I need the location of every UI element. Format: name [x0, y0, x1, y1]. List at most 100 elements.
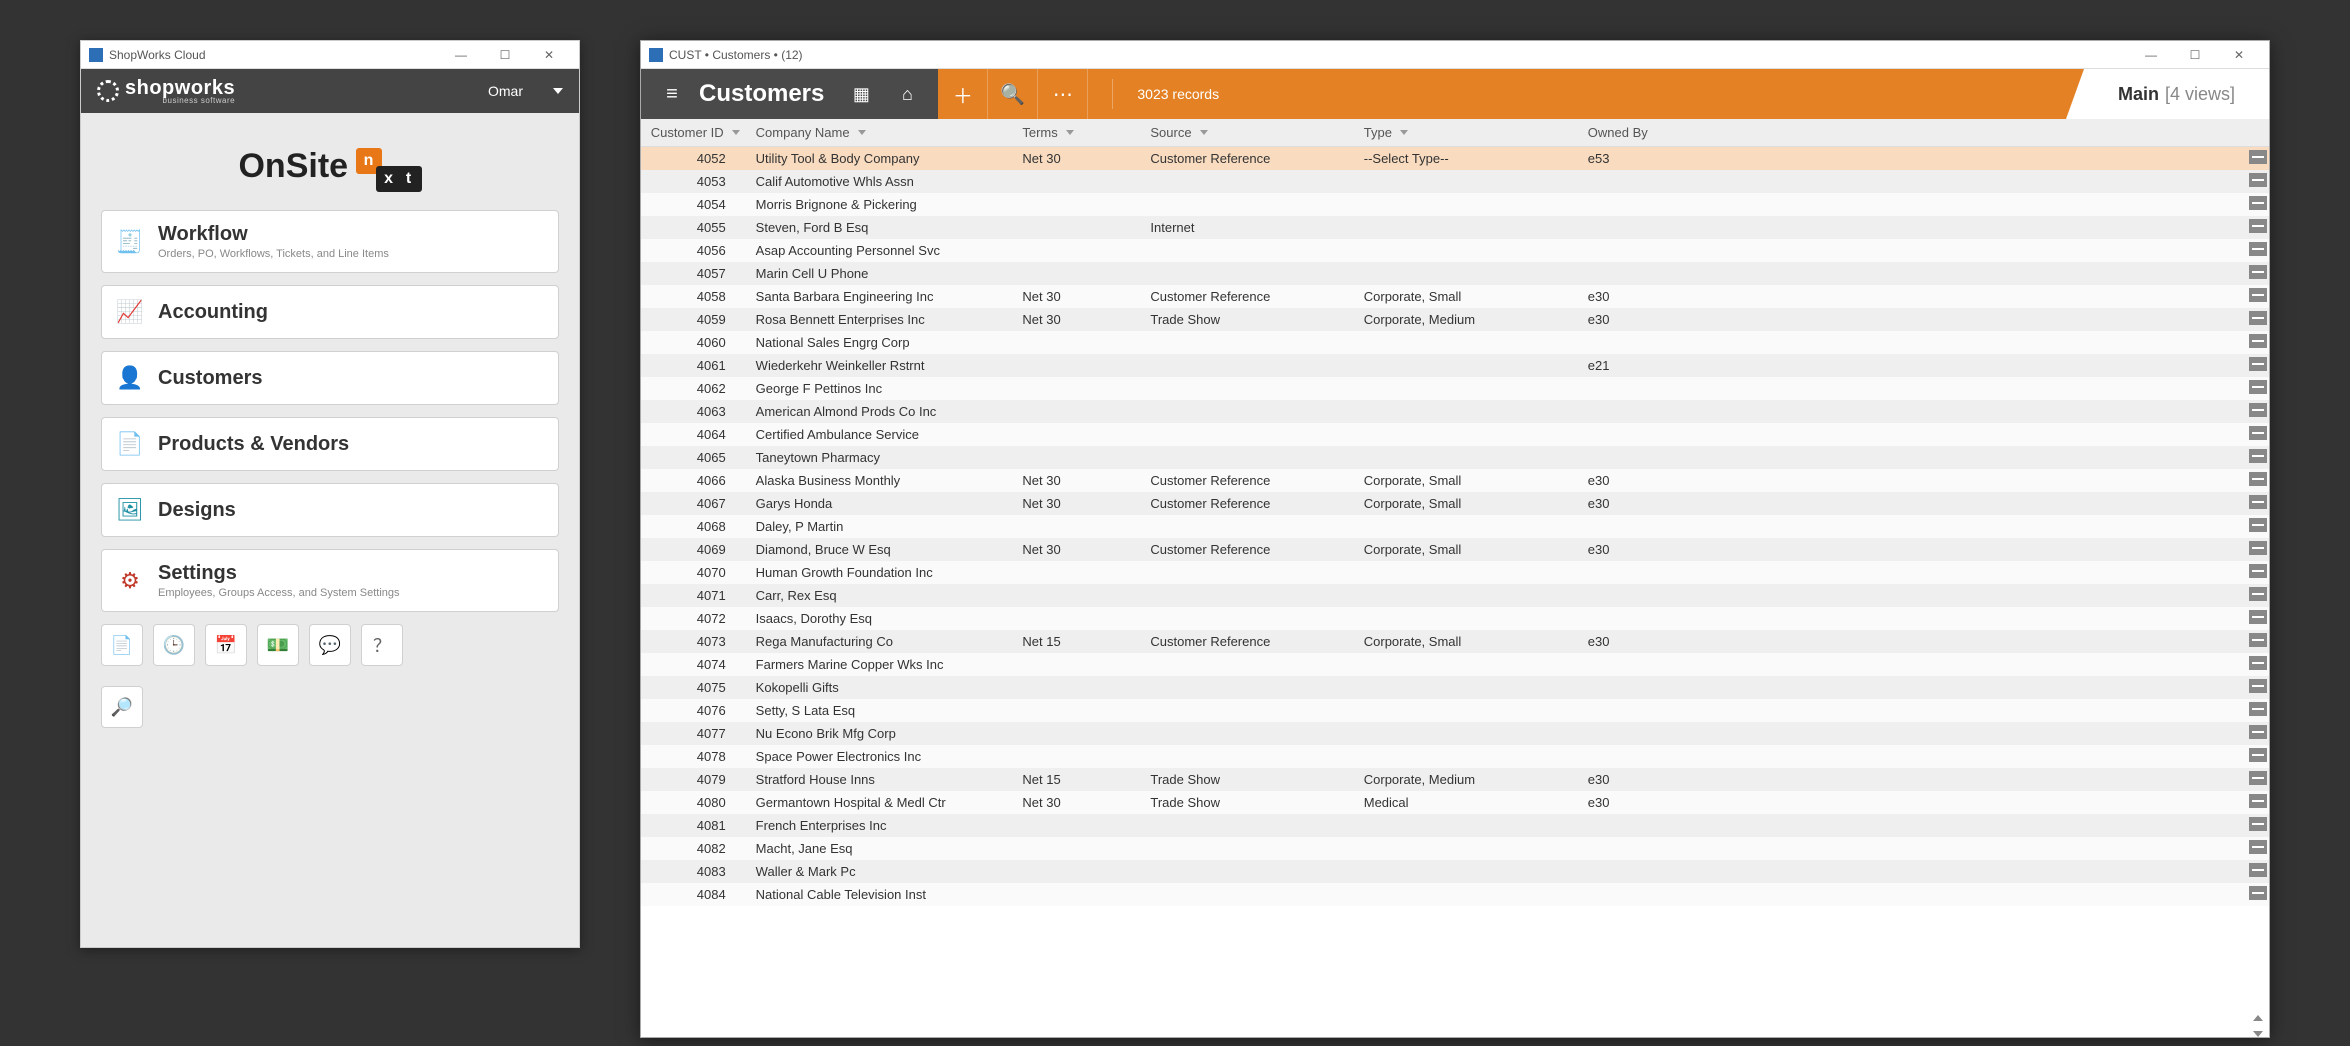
minimize-button[interactable]: — — [439, 48, 483, 62]
row-menu-button[interactable] — [2249, 403, 2267, 417]
nav-accounting[interactable]: 📈Accounting — [101, 285, 559, 339]
table-row[interactable]: 4077Nu Econo Brik Mfg Corp — [641, 722, 2269, 745]
home-button[interactable]: ⌂ — [884, 84, 930, 105]
row-menu-button[interactable] — [2249, 518, 2267, 532]
table-row[interactable]: 4053Calif Automotive Whls Assn — [641, 170, 2269, 193]
launcher-titlebar[interactable]: ShopWorks Cloud — ☐ ✕ — [81, 41, 579, 69]
footer-help-button[interactable]: ？ — [361, 624, 403, 666]
row-menu-button[interactable] — [2249, 196, 2267, 210]
table-row[interactable]: 4078Space Power Electronics Inc — [641, 745, 2269, 768]
table-row[interactable]: 4052Utility Tool & Body CompanyNet 30Cus… — [641, 147, 2269, 171]
nav-settings[interactable]: ⚙SettingsEmployees, Groups Access, and S… — [101, 549, 559, 612]
table-row[interactable]: 4060National Sales Engrg Corp — [641, 331, 2269, 354]
table-row[interactable]: 4065Taneytown Pharmacy — [641, 446, 2269, 469]
table-row[interactable]: 4058Santa Barbara Engineering IncNet 30C… — [641, 285, 2269, 308]
table-row[interactable]: 4073Rega Manufacturing CoNet 15Customer … — [641, 630, 2269, 653]
table-row[interactable]: 4061Wiederkehr Weinkeller Rstrnte21 — [641, 354, 2269, 377]
row-menu-button[interactable] — [2249, 633, 2267, 647]
close-button[interactable]: ✕ — [527, 48, 571, 62]
row-menu-button[interactable] — [2249, 587, 2267, 601]
row-menu-button[interactable] — [2249, 288, 2267, 302]
row-menu-button[interactable] — [2249, 886, 2267, 900]
table-row[interactable]: 4082Macht, Jane Esq — [641, 837, 2269, 860]
table-row[interactable]: 4083Waller & Mark Pc — [641, 860, 2269, 883]
table-row[interactable]: 4070Human Growth Foundation Inc — [641, 561, 2269, 584]
scroll-indicator[interactable] — [2251, 1019, 2265, 1033]
footer-clock-button[interactable]: 🕒 — [153, 624, 195, 666]
row-menu-button[interactable] — [2249, 449, 2267, 463]
table-row[interactable]: 4068Daley, P Martin — [641, 515, 2269, 538]
view-tab-main[interactable]: Main [4 views] — [2084, 69, 2269, 119]
grid-view-button[interactable]: ▦ — [838, 84, 884, 105]
row-menu-button[interactable] — [2249, 748, 2267, 762]
close-button[interactable]: ✕ — [2217, 48, 2261, 62]
row-menu-button[interactable] — [2249, 357, 2267, 371]
table-row[interactable]: 4071Carr, Rex Esq — [641, 584, 2269, 607]
col-header-company-name[interactable]: Company Name — [748, 119, 1015, 147]
footer-money-button[interactable]: 💵 — [257, 624, 299, 666]
maximize-button[interactable]: ☐ — [483, 48, 527, 62]
nav-products-vendors[interactable]: 📄Products & Vendors — [101, 417, 559, 471]
row-menu-button[interactable] — [2249, 472, 2267, 486]
table-row[interactable]: 4074Farmers Marine Copper Wks Inc — [641, 653, 2269, 676]
row-menu-button[interactable] — [2249, 817, 2267, 831]
row-menu-button[interactable] — [2249, 242, 2267, 256]
add-button[interactable]: ＋ — [938, 69, 988, 119]
col-header-source[interactable]: Source — [1142, 119, 1355, 147]
row-menu-button[interactable] — [2249, 771, 2267, 785]
footer-chat-button[interactable]: 💬 — [309, 624, 351, 666]
row-menu-button[interactable] — [2249, 840, 2267, 854]
row-menu-button[interactable] — [2249, 679, 2267, 693]
table-row[interactable]: 4055Steven, Ford B EsqInternet — [641, 216, 2269, 239]
row-menu-button[interactable] — [2249, 334, 2267, 348]
row-menu-button[interactable] — [2249, 656, 2267, 670]
row-menu-button[interactable] — [2249, 794, 2267, 808]
table-row[interactable]: 4063American Almond Prods Co Inc — [641, 400, 2269, 423]
row-menu-button[interactable] — [2249, 265, 2267, 279]
search-button[interactable]: 🔍 — [988, 69, 1038, 119]
nav-designs[interactable]: 🖼Designs — [101, 483, 559, 537]
row-menu-button[interactable] — [2249, 173, 2267, 187]
col-header-customer-id[interactable]: Customer ID — [641, 119, 748, 147]
row-menu-button[interactable] — [2249, 541, 2267, 555]
table-row[interactable]: 4062George F Pettinos Inc — [641, 377, 2269, 400]
row-menu-button[interactable] — [2249, 150, 2267, 164]
nav-workflow[interactable]: 🧾WorkflowOrders, PO, Workflows, Tickets,… — [101, 210, 559, 273]
table-row[interactable]: 4075Kokopelli Gifts — [641, 676, 2269, 699]
col-header-type[interactable]: Type — [1356, 119, 1580, 147]
nav-customers[interactable]: 👤Customers — [101, 351, 559, 405]
table-row[interactable]: 4056Asap Accounting Personnel Svc — [641, 239, 2269, 262]
table-row[interactable]: 4084National Cable Television Inst — [641, 883, 2269, 906]
more-button[interactable]: ⋯ — [1038, 69, 1088, 119]
menu-button[interactable]: ≡ — [649, 83, 695, 106]
col-header-terms[interactable]: Terms — [1014, 119, 1142, 147]
footer-calendar-button[interactable]: 📅 — [205, 624, 247, 666]
table-row[interactable]: 4076Setty, S Lata Esq — [641, 699, 2269, 722]
footer-search-button[interactable]: 🔎 — [101, 686, 143, 728]
table-row[interactable]: 4081French Enterprises Inc — [641, 814, 2269, 837]
table-row[interactable]: 4064Certified Ambulance Service — [641, 423, 2269, 446]
row-menu-button[interactable] — [2249, 311, 2267, 325]
table-row[interactable]: 4079Stratford House InnsNet 15Trade Show… — [641, 768, 2269, 791]
table-row[interactable]: 4072Isaacs, Dorothy Esq — [641, 607, 2269, 630]
row-menu-button[interactable] — [2249, 863, 2267, 877]
footer-log-button[interactable]: 📄 — [101, 624, 143, 666]
table-row[interactable]: 4059Rosa Bennett Enterprises IncNet 30Tr… — [641, 308, 2269, 331]
maximize-button[interactable]: ☐ — [2173, 48, 2217, 62]
col-header-owned-by[interactable]: Owned By — [1580, 119, 2241, 147]
table-row[interactable]: 4080Germantown Hospital & Medl CtrNet 30… — [641, 791, 2269, 814]
customers-titlebar[interactable]: CUST • Customers • (12) — ☐ ✕ — [641, 41, 2269, 69]
table-row[interactable]: 4057Marin Cell U Phone — [641, 262, 2269, 285]
table-row[interactable]: 4066Alaska Business MonthlyNet 30Custome… — [641, 469, 2269, 492]
user-menu[interactable]: Omar — [488, 83, 563, 99]
table-row[interactable]: 4067Garys HondaNet 30Customer ReferenceC… — [641, 492, 2269, 515]
minimize-button[interactable]: — — [2129, 48, 2173, 62]
row-menu-button[interactable] — [2249, 380, 2267, 394]
row-menu-button[interactable] — [2249, 702, 2267, 716]
row-menu-button[interactable] — [2249, 564, 2267, 578]
table-row[interactable]: 4054Morris Brignone & Pickering — [641, 193, 2269, 216]
row-menu-button[interactable] — [2249, 725, 2267, 739]
row-menu-button[interactable] — [2249, 610, 2267, 624]
row-menu-button[interactable] — [2249, 495, 2267, 509]
table-row[interactable]: 4069Diamond, Bruce W EsqNet 30Customer R… — [641, 538, 2269, 561]
